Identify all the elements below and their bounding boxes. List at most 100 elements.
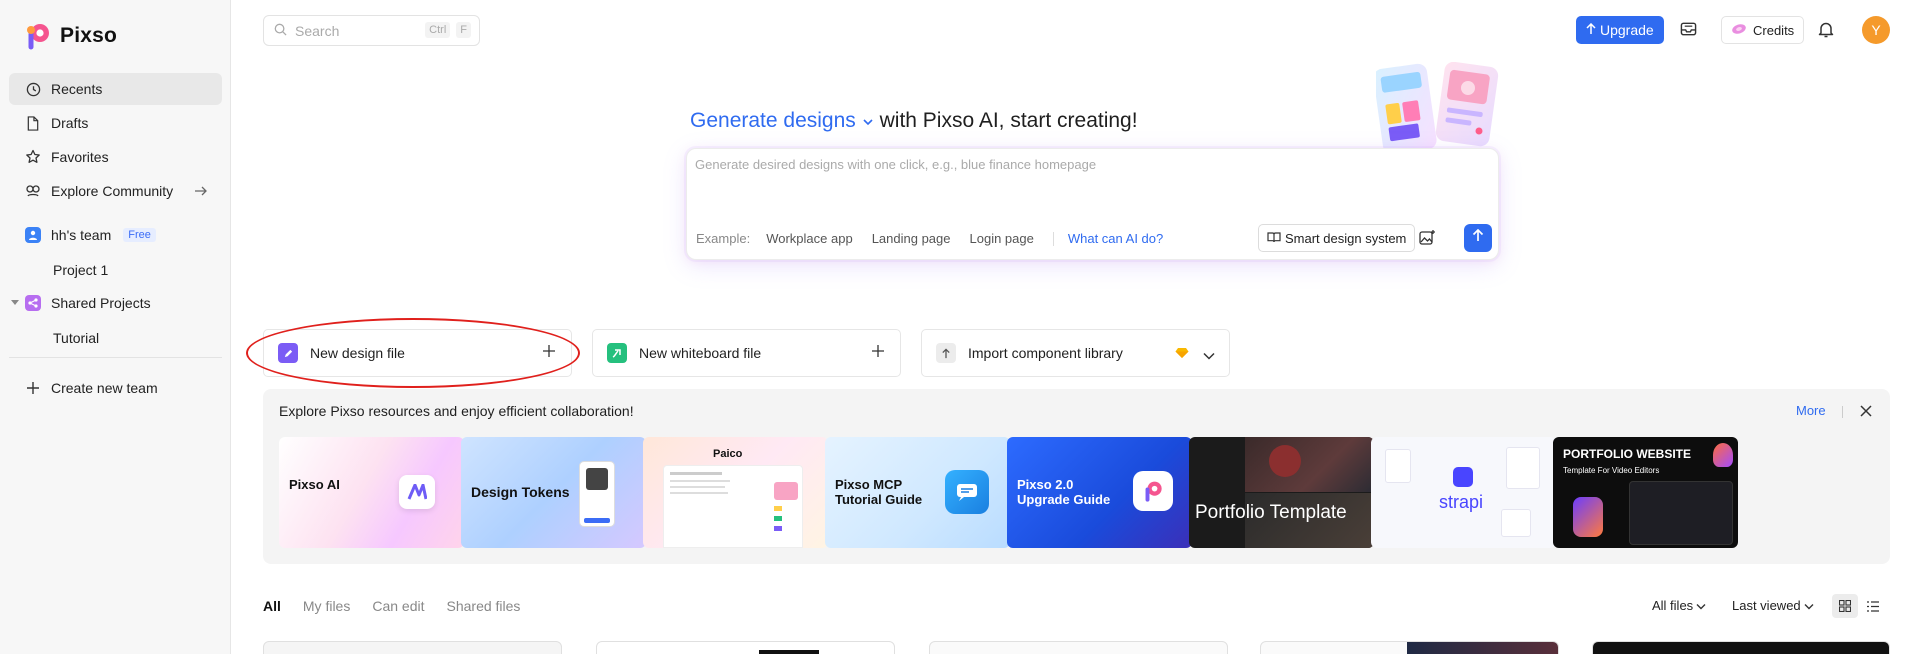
book-icon: [1267, 231, 1281, 246]
sketch-diamond-icon: [1175, 346, 1189, 362]
example-label: Example:: [696, 231, 751, 246]
file-card[interactable]: [596, 641, 895, 654]
file-icon: [25, 115, 41, 131]
divider: [1842, 406, 1843, 418]
tab-my-files[interactable]: My files: [303, 598, 350, 614]
tile-label: Paico: [713, 448, 743, 460]
file-card[interactable]: [929, 641, 1228, 654]
sidebar-item-label: Shared Projects: [51, 295, 151, 311]
highlight-annotation: [246, 318, 580, 388]
import-component-library-button[interactable]: Import component library: [921, 329, 1230, 377]
ai-prompt-box: Generate desired designs with one click,…: [686, 148, 1499, 260]
search-input[interactable]: Search Ctrl F: [263, 15, 480, 46]
phone-mockup-icon: [579, 461, 615, 527]
tile-label: Pixso AI: [289, 477, 340, 492]
import-icon: [936, 343, 956, 363]
create-team-label: Create new team: [51, 380, 158, 396]
sidebar-item-recents[interactable]: Recents: [9, 73, 222, 105]
divider: [9, 357, 222, 358]
new-whiteboard-file-button[interactable]: New whiteboard file: [592, 329, 901, 377]
chevron-down-icon: [862, 109, 874, 132]
plan-badge: Free: [123, 228, 156, 242]
tile-label: Pixso MCP Tutorial Guide: [835, 477, 923, 507]
clock-icon: [25, 81, 41, 97]
tile-sublabel: Template For Video Editors: [1563, 466, 1660, 475]
generate-type-dropdown[interactable]: Generate designs: [690, 109, 874, 133]
pixso-logo-icon: [24, 22, 52, 50]
tile-label: Portfolio Template: [1195, 502, 1347, 523]
chevron-down-icon: [1804, 598, 1814, 613]
inbox-icon[interactable]: [1677, 18, 1699, 40]
plus-icon: [872, 344, 884, 360]
sidebar-item-shared-projects[interactable]: Shared Projects: [9, 287, 222, 319]
resources-more-link[interactable]: More: [1796, 403, 1826, 418]
what-can-ai-link[interactable]: What can AI do?: [1068, 231, 1163, 246]
resource-tile-pixso-mcp[interactable]: Pixso MCP Tutorial Guide: [825, 437, 1010, 548]
project-item[interactable]: Tutorial: [53, 330, 99, 346]
grid-view-icon[interactable]: [1832, 594, 1858, 618]
prompt-examples: Example: Workplace app Landing page Logi…: [696, 231, 1163, 246]
avatar[interactable]: Y: [1862, 16, 1890, 44]
example-chip[interactable]: Workplace app: [766, 231, 852, 246]
tab-all[interactable]: All: [263, 598, 281, 614]
tile-label: Pixso 2.0 Upgrade Guide: [1017, 477, 1111, 507]
send-button[interactable]: [1464, 224, 1492, 252]
bell-icon[interactable]: [1815, 18, 1837, 40]
file-card[interactable]: [1260, 641, 1559, 654]
sidebar-item-team[interactable]: hh's team Free: [9, 219, 222, 251]
filter-label: All files: [1652, 598, 1694, 613]
ai-prompt-input[interactable]: Generate desired designs with one click,…: [695, 157, 1096, 172]
sidebar-item-favorites[interactable]: Favorites: [9, 141, 222, 173]
resource-tile-pixso-2[interactable]: Pixso 2.0 Upgrade Guide: [1007, 437, 1192, 548]
sidebar-item-drafts[interactable]: Drafts: [9, 107, 222, 139]
app-mockup-icon: [663, 465, 803, 548]
image-upload-icon[interactable]: [1418, 229, 1436, 247]
app-name: Pixso: [60, 24, 118, 47]
plus-icon: [25, 380, 41, 396]
resource-tile-strapi[interactable]: strapi: [1371, 437, 1556, 548]
resources-title: Explore Pixso resources and enjoy effici…: [279, 403, 634, 419]
community-icon: [25, 183, 41, 199]
upgrade-button[interactable]: Upgrade: [1576, 16, 1664, 44]
tile-label: strapi: [1439, 492, 1484, 512]
resource-tile-pixso-ai[interactable]: Pixso AI: [279, 437, 464, 548]
sidebar-item-explore-community[interactable]: Explore Community: [9, 175, 222, 207]
resource-tile-paico[interactable]: Paico: [643, 437, 828, 548]
resource-tile-design-tokens[interactable]: Design Tokens: [461, 437, 646, 548]
sidebar-item-label: Drafts: [51, 115, 89, 131]
project-item[interactable]: Project 1: [53, 262, 108, 278]
credits-button[interactable]: Credits: [1721, 16, 1805, 44]
search-shortcut: Ctrl F: [425, 22, 471, 38]
rocket-icon: [1713, 443, 1733, 467]
arrow-up-icon: [1472, 228, 1484, 247]
app-logo[interactable]: Pixso: [24, 22, 117, 50]
create-team-button[interactable]: Create new team: [9, 372, 222, 404]
file-card[interactable]: [263, 641, 562, 654]
search-icon: [274, 23, 287, 39]
kbd-ctrl: Ctrl: [425, 22, 451, 38]
sidebar-item-label: Favorites: [51, 149, 109, 165]
list-view-icon[interactable]: [1860, 594, 1886, 618]
kbd-f: F: [456, 22, 471, 38]
example-chip[interactable]: Login page: [970, 231, 1034, 246]
arrow-up-icon: [1586, 22, 1596, 38]
tab-can-edit[interactable]: Can edit: [372, 598, 424, 614]
tab-shared-files[interactable]: Shared files: [447, 598, 521, 614]
close-icon[interactable]: [1860, 404, 1872, 422]
credits-label: Credits: [1753, 22, 1795, 38]
smart-design-label: Smart design system: [1285, 230, 1407, 246]
tile-label: PORTFOLIO WEBSITE: [1563, 447, 1691, 461]
sort-dropdown[interactable]: Last viewed: [1732, 598, 1814, 613]
pixso-logo-icon: [1133, 471, 1173, 511]
divider: [1052, 231, 1054, 246]
resource-tile-portfolio-website[interactable]: PORTFOLIO WEBSITE Template For Video Edi…: [1553, 437, 1738, 548]
chevron-down-icon[interactable]: [1203, 347, 1215, 363]
file-filter-dropdown[interactable]: All files: [1652, 598, 1706, 613]
file-card[interactable]: [1592, 641, 1890, 654]
smart-design-system-button[interactable]: Smart design system: [1258, 224, 1416, 252]
generate-type-label: Generate designs: [690, 109, 856, 132]
example-chip[interactable]: Landing page: [872, 231, 951, 246]
tile-label: Design Tokens: [471, 484, 570, 500]
whiteboard-icon: [607, 343, 627, 363]
resource-tile-portfolio-template[interactable]: Portfolio Template: [1189, 437, 1374, 548]
